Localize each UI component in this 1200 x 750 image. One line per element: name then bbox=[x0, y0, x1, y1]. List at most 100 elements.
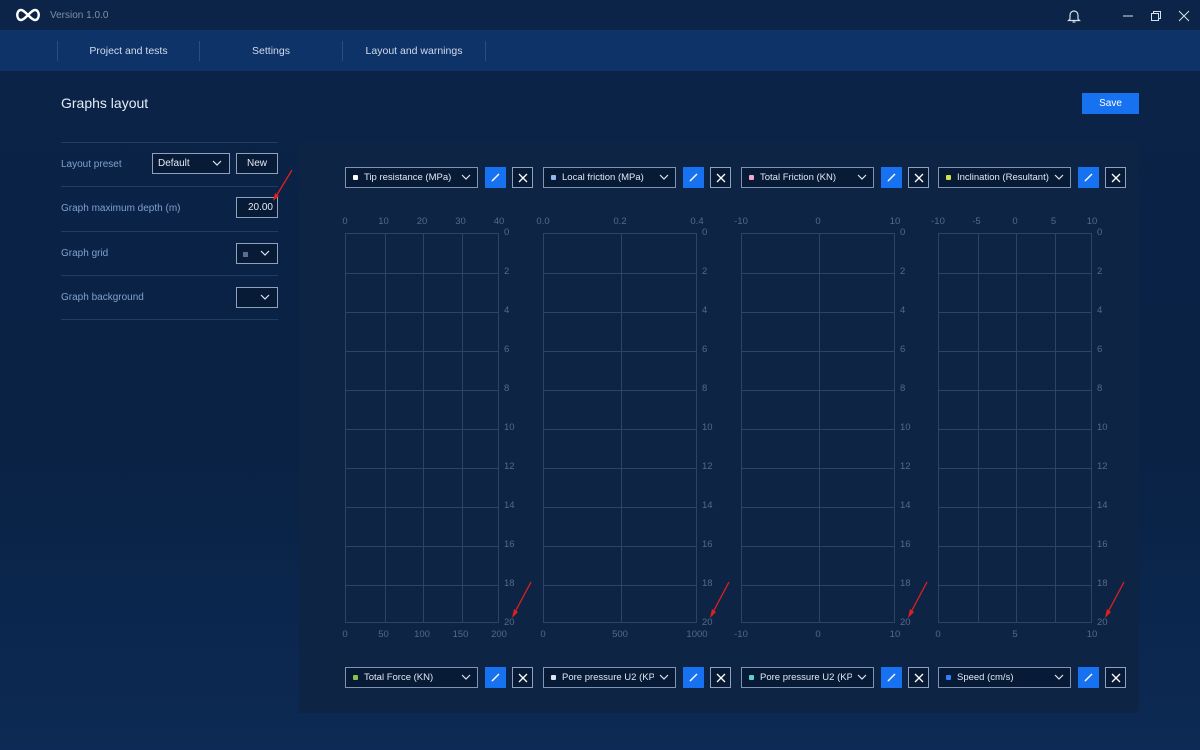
bottom-series-select[interactable]: Total Force (KN) bbox=[345, 667, 478, 688]
bottom-series-select[interactable]: Pore pressure U2 (KPa bbox=[543, 667, 676, 688]
version-label: Version 1.0.0 bbox=[50, 10, 109, 21]
menu-divider bbox=[485, 41, 486, 61]
x-axis-tick-top: 0.2 bbox=[613, 216, 627, 227]
x-axis-tick-bottom: 200 bbox=[491, 629, 507, 640]
series-label: Local friction (MPa) bbox=[562, 172, 644, 183]
remove-series-icon[interactable] bbox=[512, 167, 533, 188]
edit-pencil-icon[interactable] bbox=[881, 667, 902, 688]
max-depth-label: Graph maximum depth (m) bbox=[61, 203, 181, 214]
remove-series-icon[interactable] bbox=[1105, 167, 1126, 188]
depth-axis-tick: 8 bbox=[504, 383, 510, 394]
depth-axis-tick: 0 bbox=[702, 227, 708, 238]
graph-plot-area bbox=[345, 233, 499, 623]
edit-pencil-icon[interactable] bbox=[683, 167, 704, 188]
x-axis-tick-bottom: 0 bbox=[815, 629, 821, 640]
edit-pencil-icon[interactable] bbox=[683, 667, 704, 688]
chevron-down-icon bbox=[659, 173, 669, 184]
grid-line-vertical bbox=[384, 234, 386, 622]
graph-background-color-select[interactable] bbox=[236, 287, 278, 308]
series-label: Total Friction (KN) bbox=[760, 172, 837, 183]
top-series-select[interactable]: Inclination (Resultant) bbox=[938, 167, 1071, 188]
x-axis-tick-top: 10 bbox=[1086, 216, 1098, 227]
depth-axis-tick: 0 bbox=[1097, 227, 1103, 238]
page-title: Graphs layout bbox=[61, 95, 149, 111]
depth-axis-tick: 12 bbox=[1097, 461, 1108, 472]
close-window-icon[interactable] bbox=[1169, 5, 1199, 27]
main-menu: Project and tests Settings Layout and wa… bbox=[0, 30, 1200, 71]
chevron-down-icon bbox=[659, 673, 669, 684]
top-series-select[interactable]: Total Friction (KN) bbox=[741, 167, 874, 188]
depth-axis-tick: 2 bbox=[504, 266, 510, 277]
edit-pencil-icon[interactable] bbox=[1078, 167, 1099, 188]
remove-series-icon[interactable] bbox=[512, 667, 533, 688]
series-color-swatch bbox=[551, 675, 556, 680]
series-color-swatch bbox=[946, 175, 951, 180]
depth-axis-tick: 4 bbox=[504, 305, 510, 316]
graph-background-label: Graph background bbox=[61, 292, 144, 303]
top-series-select[interactable]: Tip resistance (MPa) bbox=[345, 167, 478, 188]
grid-line-horizontal bbox=[346, 351, 498, 352]
remove-series-icon[interactable] bbox=[710, 167, 731, 188]
menu-layout-and-warnings[interactable]: Layout and warnings bbox=[343, 41, 485, 61]
grid-line-horizontal bbox=[939, 351, 1091, 352]
graph-grid-color-select[interactable] bbox=[236, 243, 278, 264]
minimize-icon[interactable] bbox=[1113, 5, 1143, 27]
grid-line-vertical bbox=[461, 234, 463, 622]
remove-series-icon[interactable] bbox=[1105, 667, 1126, 688]
top-series-select[interactable]: Local friction (MPa) bbox=[543, 167, 676, 188]
annotation-arrow-icon bbox=[908, 581, 928, 618]
x-axis-tick-bottom: 500 bbox=[612, 629, 628, 640]
x-axis-tick-bottom: 10 bbox=[1086, 629, 1098, 640]
grid-line-horizontal bbox=[346, 429, 498, 430]
grid-line-horizontal bbox=[544, 351, 696, 352]
edit-pencil-icon[interactable] bbox=[881, 167, 902, 188]
edit-pencil-icon[interactable] bbox=[1078, 667, 1099, 688]
x-axis-tick-top: -5 bbox=[972, 216, 981, 227]
menu-project-and-tests[interactable]: Project and tests bbox=[58, 41, 199, 61]
depth-axis-tick: 0 bbox=[900, 227, 906, 238]
depth-axis-tick: 10 bbox=[1097, 422, 1108, 433]
grid-line-horizontal bbox=[544, 585, 696, 586]
chevron-down-icon bbox=[260, 249, 270, 260]
grid-line-horizontal bbox=[742, 585, 894, 586]
menu-settings[interactable]: Settings bbox=[200, 41, 342, 61]
edit-pencil-icon[interactable] bbox=[485, 667, 506, 688]
grid-line-horizontal bbox=[544, 507, 696, 508]
save-button[interactable]: Save bbox=[1082, 93, 1139, 114]
notification-bell-icon[interactable] bbox=[1059, 5, 1089, 27]
grid-line-horizontal bbox=[742, 546, 894, 547]
infinity-logo-icon bbox=[13, 7, 43, 26]
depth-axis-tick: 4 bbox=[702, 305, 708, 316]
depth-axis-tick: 6 bbox=[1097, 344, 1103, 355]
bottom-series-select[interactable]: Speed (cm/s) bbox=[938, 667, 1071, 688]
x-axis-tick-top: 0.4 bbox=[690, 216, 704, 227]
bottom-series-select[interactable]: Pore pressure U2 (KPa bbox=[741, 667, 874, 688]
settings-divider bbox=[61, 319, 278, 320]
remove-series-icon[interactable] bbox=[710, 667, 731, 688]
restore-icon[interactable] bbox=[1141, 5, 1171, 27]
x-axis-tick-bottom: 50 bbox=[378, 629, 389, 640]
series-color-swatch bbox=[946, 675, 951, 680]
depth-axis-tick: 12 bbox=[702, 461, 713, 472]
graph-grid-label: Graph grid bbox=[61, 248, 109, 259]
grid-line-horizontal bbox=[742, 429, 894, 430]
x-axis-tick-top: 10 bbox=[378, 216, 389, 227]
grid-line-horizontal bbox=[544, 429, 696, 430]
x-axis-tick-top: 0 bbox=[1012, 216, 1018, 227]
x-axis-tick-top: 0.0 bbox=[536, 216, 550, 227]
x-axis-tick-top: 0 bbox=[342, 216, 348, 227]
layout-preset-select[interactable]: Default bbox=[152, 153, 230, 174]
depth-axis-tick: 6 bbox=[702, 344, 708, 355]
remove-series-icon[interactable] bbox=[908, 167, 929, 188]
grid-line-horizontal bbox=[939, 507, 1091, 508]
x-axis-tick-bottom: 10 bbox=[889, 629, 901, 640]
chevron-down-icon bbox=[857, 173, 867, 184]
grid-line-horizontal bbox=[939, 546, 1091, 547]
depth-axis-tick: 6 bbox=[900, 344, 906, 355]
graph-plot-area bbox=[938, 233, 1092, 623]
edit-pencil-icon[interactable] bbox=[485, 167, 506, 188]
remove-series-icon[interactable] bbox=[908, 667, 929, 688]
grid-line-vertical bbox=[1016, 234, 1017, 622]
grid-line-vertical bbox=[423, 234, 424, 622]
series-label: Inclination (Resultant) bbox=[957, 172, 1049, 183]
